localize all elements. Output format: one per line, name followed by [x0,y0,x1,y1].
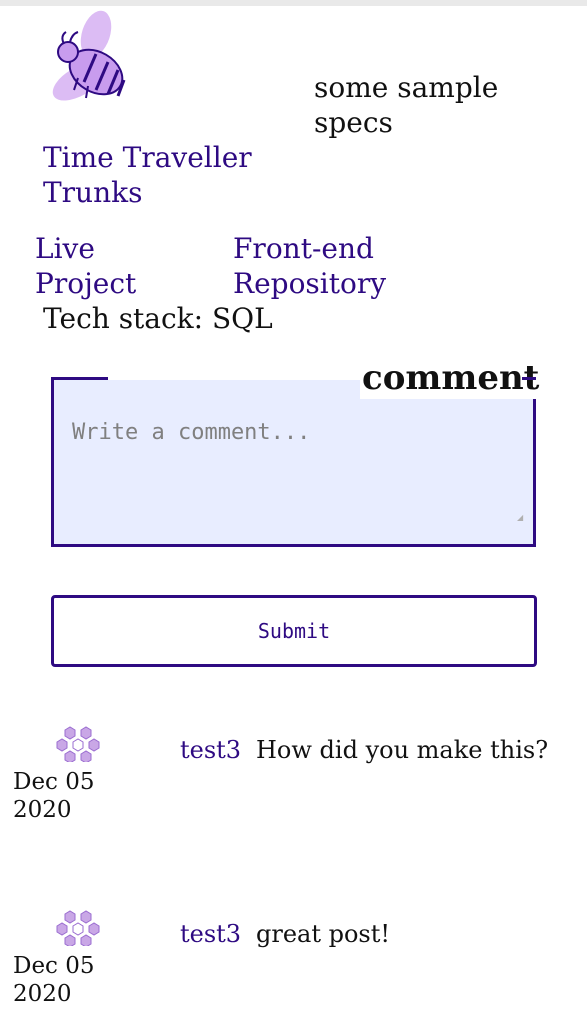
comment-text: great post! [256,920,391,948]
comment-item: test3 great post! Dec 05 2020 [0,904,587,1024]
frontend-repo-link[interactable]: Front-end Repository [233,231,453,301]
bee-logo-icon [52,10,126,101]
hexagon-avatar-icon [56,910,100,946]
comment-username[interactable]: test3 [180,734,241,766]
tech-stack-text: Tech stack: SQL [43,302,273,335]
comment-text: How did you make this? [256,736,549,764]
hexagon-avatar-icon [56,726,100,762]
submit-button[interactable]: Submit [51,595,537,667]
comment-username[interactable]: test3 [180,918,241,950]
browser-top-edge [0,0,587,6]
project-title: Time Traveller Trunks [43,141,252,209]
comment-date: Dec 05 2020 [13,953,95,1007]
comment-item: test3 How did you make this? Dec 05 2020 [0,720,587,840]
resize-handle-icon[interactable]: ◢ [517,514,523,522]
comment-textarea[interactable] [54,380,533,544]
fieldset-legend-gap [108,371,360,380]
project-specs: some sample specs [314,71,499,139]
live-project-link[interactable]: Live Project [35,231,175,301]
project-page: Time Traveller Trunks some sample specs … [0,0,587,1024]
comment-date: Dec 05 2020 [13,769,95,823]
